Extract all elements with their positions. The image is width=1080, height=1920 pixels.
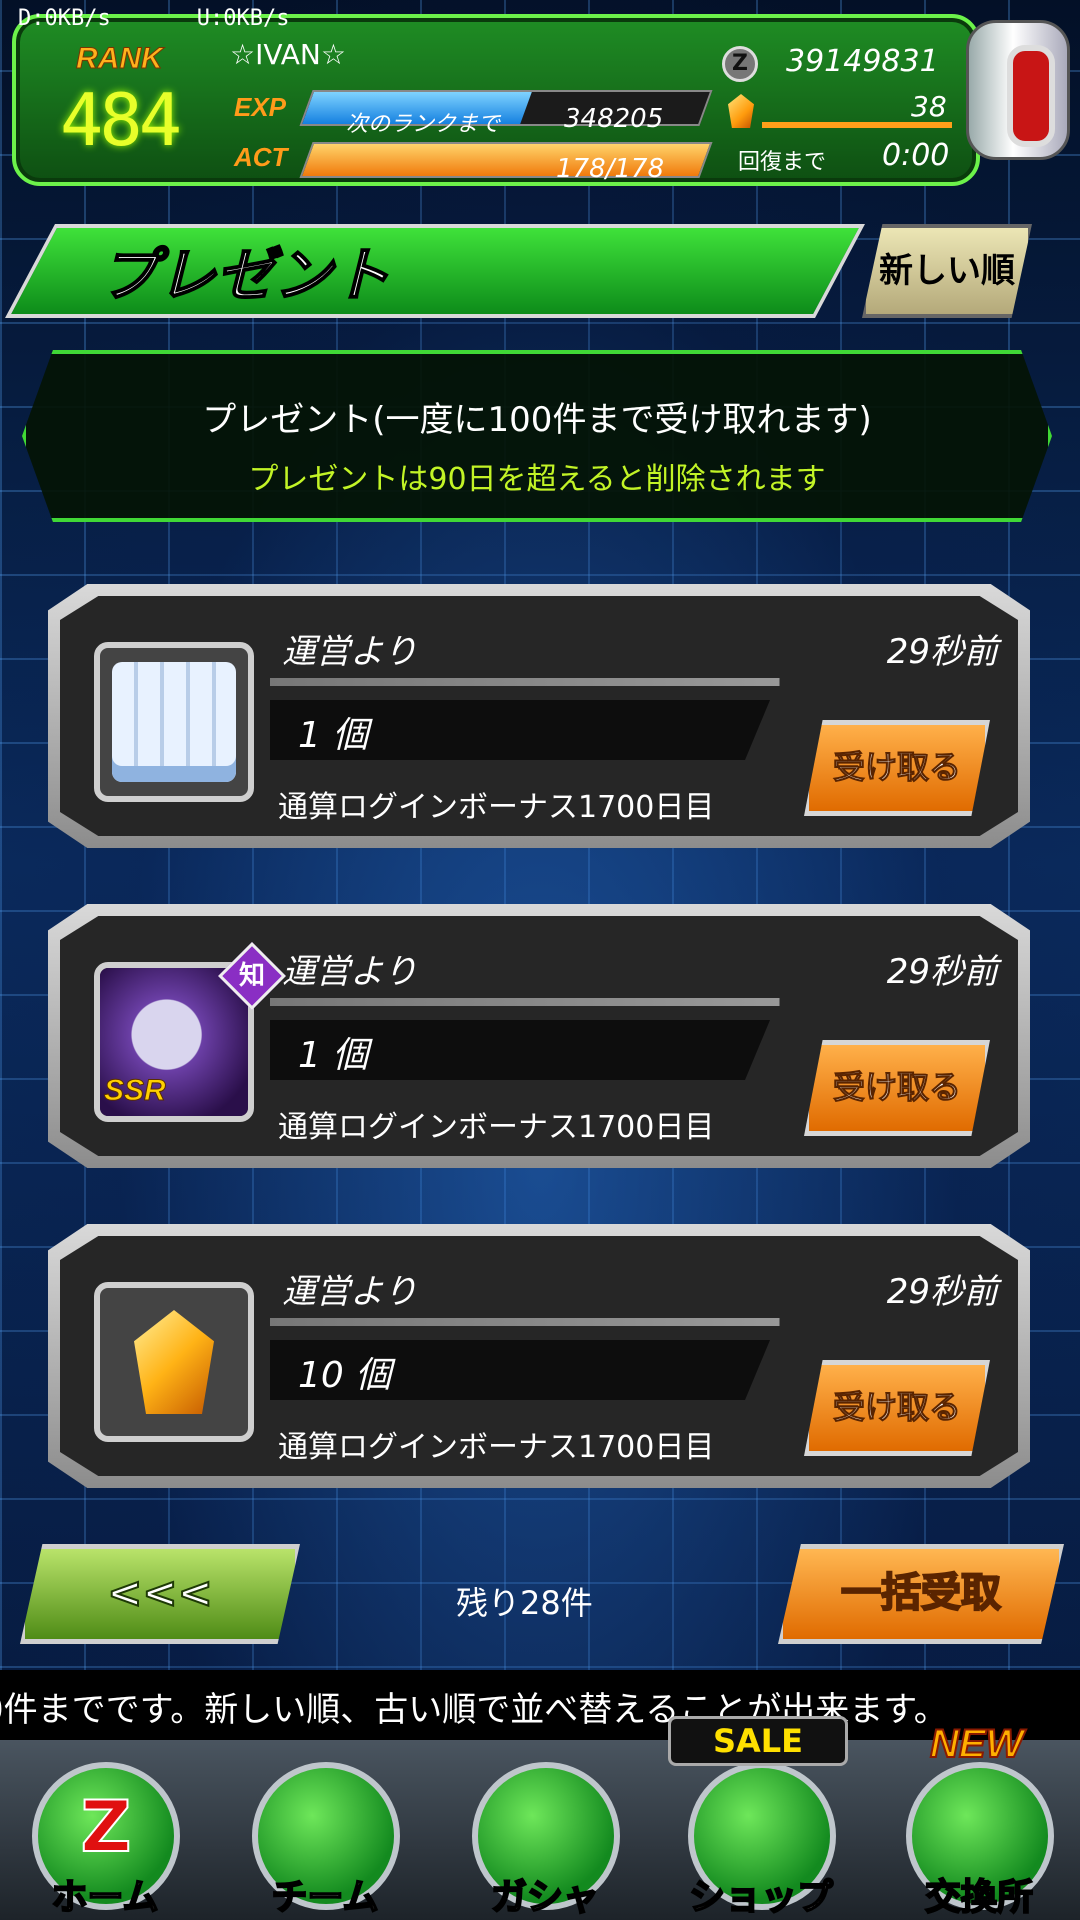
rarity-label: SSR	[104, 1074, 167, 1108]
receive-button[interactable]: 受け取る	[804, 1360, 990, 1456]
notice-panel: プレゼント(一度に100件まで受け取れます) プレゼントは90日を超えると削除さ…	[22, 350, 1052, 522]
present-quantity: 1 個	[298, 715, 369, 756]
nav-exchange[interactable]: 交換所	[884, 1752, 1074, 1920]
present-description: 通算ログインボーナス1700日目	[278, 1110, 715, 1145]
exp-next-label: 次のランクまで	[346, 112, 501, 137]
z-logo-icon: Z	[80, 1785, 133, 1869]
upload-speed: U:0KB/s	[196, 6, 290, 31]
username: ☆IVAN☆	[230, 38, 346, 71]
present-card-body: 運営より 29秒前 10 個 通算ログインボーナス1700日目 受け取る	[60, 1236, 1018, 1476]
present-quantity: 10 個	[298, 1355, 392, 1396]
new-badge: NEW	[929, 1721, 1024, 1767]
present-sender: 運営より	[282, 632, 418, 672]
back-button[interactable]: <<<	[20, 1544, 300, 1644]
rank-value: 484	[60, 78, 182, 162]
dragon-stone-icon	[94, 1282, 254, 1442]
present-quantity: 1 個	[298, 1035, 369, 1076]
page-title: プレゼント	[99, 240, 391, 310]
nav-exchange-label: 交換所	[924, 1876, 1034, 1919]
act-value: 178/178	[556, 154, 665, 184]
present-card-body: 運営より 29秒前 1 個 通算ログインボーナス1700日目 受け取る	[60, 596, 1018, 836]
zeni-icon: Z	[722, 46, 758, 82]
network-speed: D:0KB/s U:0KB/s	[18, 6, 375, 31]
present-card: 運営より 29秒前 1 個 通算ログインボーナス1700日目 受け取る	[48, 584, 1030, 848]
exp-label: EXP	[234, 92, 287, 122]
nav-home[interactable]: Z ホーム	[10, 1752, 200, 1920]
info-ticker: 0件までです。新しい順、古い順で並べ替えることが出来ます。	[0, 1670, 1080, 1740]
remaining-count: 残り28件	[456, 1584, 593, 1622]
present-time: 29秒前	[886, 1272, 998, 1312]
receive-button[interactable]: 受け取る	[804, 1040, 990, 1136]
nav-team-label: チーム	[271, 1876, 380, 1919]
bottom-nav: Z ホーム チーム ガシャ ショップ 交換所	[0, 1740, 1080, 1920]
download-speed: D:0KB/s	[18, 6, 111, 31]
divider	[270, 678, 998, 686]
nav-team[interactable]: チーム	[230, 1752, 420, 1920]
type-label: 知	[238, 961, 265, 991]
present-time: 29秒前	[886, 952, 998, 992]
recover-label: 回復まで	[738, 150, 827, 175]
divider	[270, 1318, 998, 1326]
present-card: 運営より 29秒前 10 個 通算ログインボーナス1700日目 受け取る	[48, 1224, 1030, 1488]
nav-home-label: ホーム	[51, 1876, 160, 1919]
present-card: SSR 知 運営より 29秒前 1 個 通算ログインボーナス1700日目 受け取…	[48, 904, 1030, 1168]
zeni-amount: 39149831	[786, 44, 939, 79]
divider	[270, 998, 998, 1006]
act-label: ACT	[234, 142, 288, 172]
receive-all-button[interactable]: 一括受取	[778, 1544, 1064, 1644]
nav-shop[interactable]: ショップ	[666, 1752, 856, 1920]
scouter-menu-icon[interactable]	[966, 20, 1070, 160]
nav-gacha-label: ガシャ	[490, 1876, 600, 1919]
sale-badge: SALE	[668, 1716, 848, 1766]
capsule-icon	[94, 642, 254, 802]
present-description: 通算ログインボーナス1700日目	[278, 1430, 715, 1465]
recover-time: 0:00	[882, 138, 950, 173]
exp-remaining: 348205	[564, 104, 664, 134]
present-time: 29秒前	[886, 632, 998, 672]
nav-shop-label: ショップ	[688, 1876, 834, 1919]
player-status-panel: RANK 484 ☆IVAN☆ EXP 次のランクまで 348205 ACT 1…	[12, 14, 980, 186]
present-sender: 運営より	[282, 1272, 418, 1312]
dragon-stone-count[interactable]: 38	[911, 90, 947, 123]
nav-gacha[interactable]: ガシャ	[450, 1752, 640, 1920]
rank-label: RANK	[76, 42, 164, 76]
dragon-stone-icon	[728, 94, 754, 128]
present-card-body: SSR 知 運営より 29秒前 1 個 通算ログインボーナス1700日目 受け取…	[60, 916, 1018, 1156]
receive-button[interactable]: 受け取る	[804, 720, 990, 816]
notice-line-1: プレゼント(一度に100件まで受け取れます)	[202, 400, 872, 440]
present-description: 通算ログインボーナス1700日目	[278, 790, 715, 825]
notice-line-2: プレゼントは90日を超えると削除されます	[248, 462, 826, 497]
present-sender: 運営より	[282, 952, 418, 992]
sort-button[interactable]: 新しい順	[862, 224, 1032, 318]
